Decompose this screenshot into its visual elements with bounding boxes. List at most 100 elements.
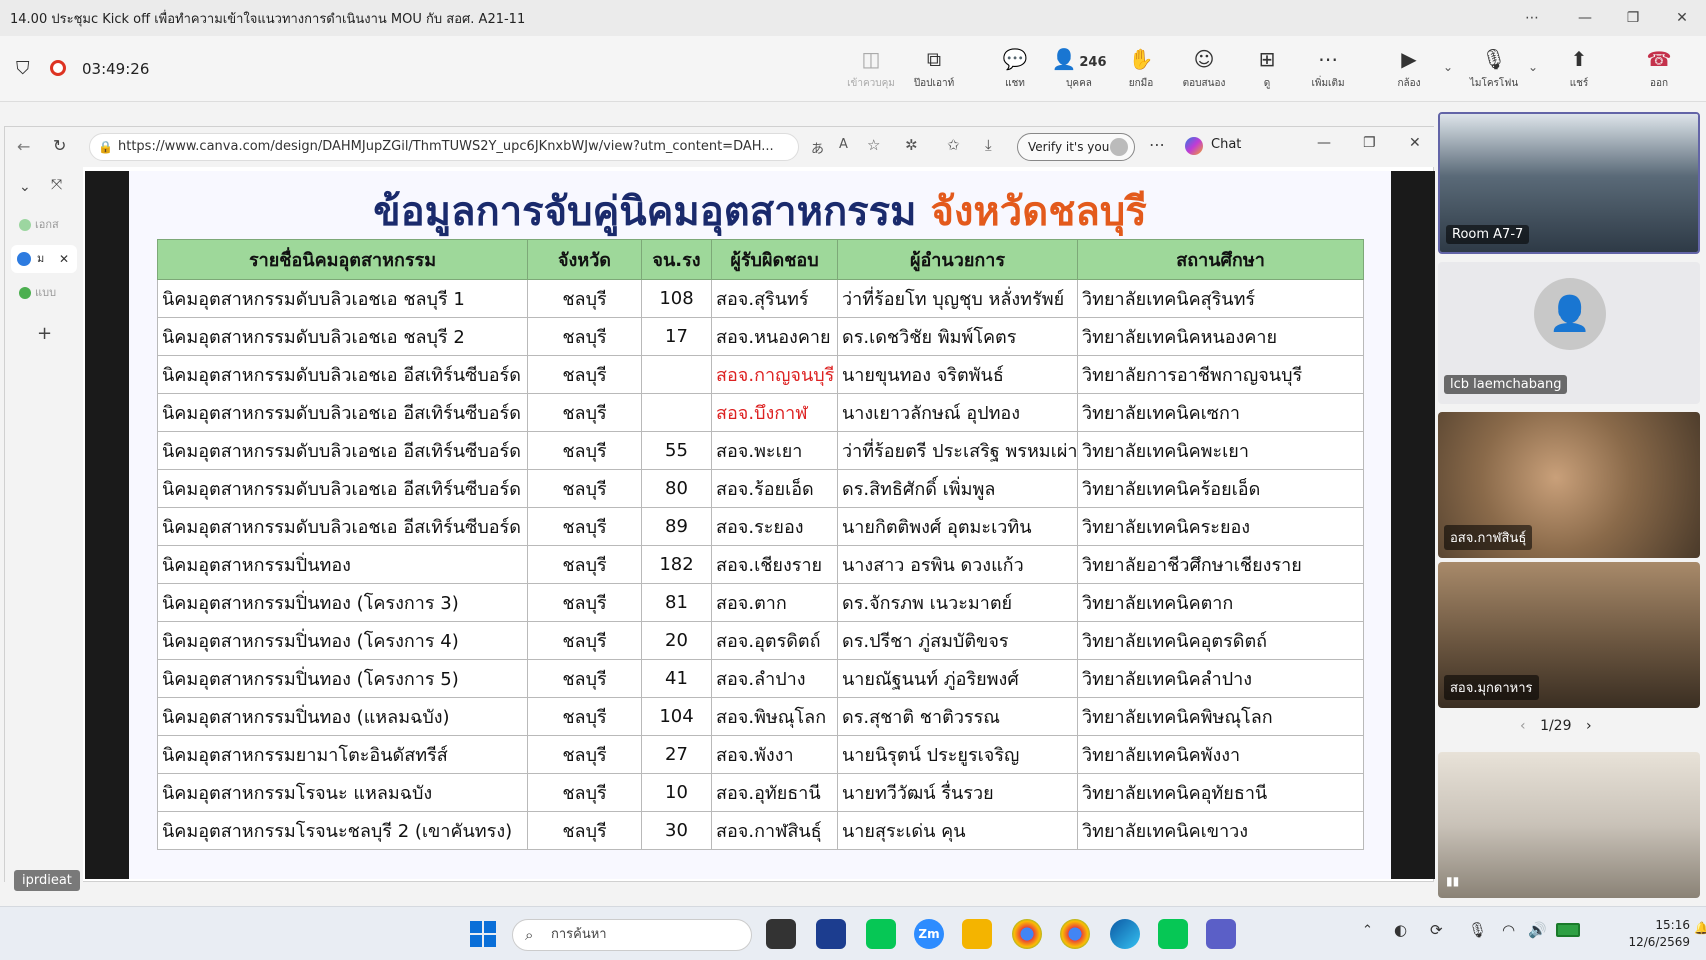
notification-bell-icon[interactable]: 🔔 xyxy=(1694,921,1706,935)
cell-director: นางเยาวลักษณ์ อุปทอง xyxy=(837,393,1078,432)
table-row: นิคมอุตสาหกรรมโรจนะชลบุรี 2 (เขาคันทรง) ช… xyxy=(157,811,1364,850)
leave-button[interactable]: ☎ ออก xyxy=(1628,46,1690,91)
extensions-icon[interactable]: ✲ xyxy=(905,136,918,154)
collapse-chevron-icon[interactable]: ⌄ xyxy=(19,179,31,195)
verify-identity-button[interactable]: Verify it's you xyxy=(1017,133,1135,161)
search-icon: ⌕ xyxy=(525,926,534,944)
copilot-chat-button[interactable]: Chat xyxy=(1211,137,1241,152)
wifi-icon[interactable]: ◠ xyxy=(1502,921,1515,939)
microphone-button[interactable]: 🎙 ไมโครโฟน xyxy=(1463,46,1525,91)
browser-menu-icon[interactable]: ⋯ xyxy=(1149,135,1165,154)
slide-content: ข้อมูลการจับคู่นิคมอุตสาหกรรม จังหวัดชลบ… xyxy=(129,171,1391,879)
chrome-icon[interactable] xyxy=(1012,919,1042,949)
maximize-button[interactable]: ❐ xyxy=(1613,6,1653,30)
cell-director: นายนิรุตน์ ประยูรเจริญ xyxy=(837,735,1078,774)
hand-icon: ✋ xyxy=(1128,47,1154,71)
volume-icon[interactable]: 🔊 xyxy=(1528,921,1547,939)
widgets-icon[interactable] xyxy=(816,919,846,949)
chat-button[interactable]: 💬 แชท xyxy=(984,46,1046,91)
minimize-button[interactable]: — xyxy=(1565,6,1605,30)
view-button[interactable]: ⊞ ดู xyxy=(1236,46,1298,91)
unpin-icon[interactable]: ⤧ xyxy=(51,177,62,193)
download-icon[interactable]: ⤓ xyxy=(985,136,992,154)
cell-director: นายขุนทอง จริตพันธ์ xyxy=(837,355,1078,394)
teams-icon[interactable] xyxy=(1206,919,1236,949)
sync-icon[interactable]: ⟳ xyxy=(1430,921,1443,939)
file-explorer-icon[interactable] xyxy=(962,919,992,949)
participant-tile-room[interactable]: Room A7-7 xyxy=(1438,112,1700,254)
mic-options-chevron-icon[interactable]: ⌄ xyxy=(1528,60,1538,74)
taskbar-clock[interactable]: 15:16 12/6/2569 xyxy=(1610,917,1690,951)
tab-item[interactable]: แบบ xyxy=(13,281,75,305)
participant-tile-lcb[interactable]: 👤 lcb laemchabang xyxy=(1438,262,1700,404)
chrome-profile-icon[interactable] xyxy=(1060,919,1090,949)
network-status-icon[interactable]: ◐ xyxy=(1394,921,1407,939)
cell-institution: วิทยาลัยเทคนิคพังงา xyxy=(1077,735,1364,774)
battery-icon[interactable] xyxy=(1556,923,1580,937)
react-button[interactable]: ☺ ตอบสนอง xyxy=(1173,46,1235,91)
camera-options-chevron-icon[interactable]: ⌄ xyxy=(1443,60,1453,74)
close-tab-icon[interactable]: ✕ xyxy=(59,245,69,273)
zoom-app-icon[interactable]: Zm xyxy=(914,919,944,949)
cell-director: ดร.ปรีชา ภู่สมบัติขจร xyxy=(837,621,1078,660)
mic-muted-tray-icon[interactable]: 🎙 xyxy=(1468,921,1487,939)
new-tab-plus-icon[interactable]: + xyxy=(37,323,52,344)
tab-item-active[interactable]: ม ✕ xyxy=(11,245,77,273)
favorite-star-icon[interactable]: ☆ xyxy=(867,136,880,154)
cell-responsible: สอจ.เชียงราย xyxy=(711,545,838,584)
tab-favicon-icon xyxy=(19,287,31,299)
cell-estate: นิคมอุตสาหกรรมยามาโตะอินดัสทรีส์ xyxy=(157,735,528,774)
grid-icon: ⊞ xyxy=(1258,47,1276,71)
show-hidden-icons-chevron[interactable]: ⌃ xyxy=(1362,923,1373,938)
taskbar-search[interactable]: ⌕ การค้นหา xyxy=(512,919,752,951)
col-header-institution: สถานศึกษา xyxy=(1077,239,1364,280)
cell-factories: 81 xyxy=(641,583,712,622)
participant-panel: Room A7-7 👤 lcb laemchabang อสจ.กาฬสินธุ… xyxy=(1438,110,1706,910)
cell-estate: นิคมอุตสาหกรรมปิ่นทอง (โครงการ 4) xyxy=(157,621,528,660)
close-window-button[interactable]: ✕ xyxy=(1662,6,1702,30)
address-bar[interactable]: 🔒 https://www.canva.com/design/DAHMJupZG… xyxy=(89,133,799,161)
browser-close-button[interactable]: ✕ xyxy=(1409,135,1421,151)
take-control-button[interactable]: ◫ เข้าควบคุม xyxy=(840,46,902,91)
popout-button[interactable]: ⧉ ป๊อปเอาท์ xyxy=(903,46,965,91)
video-feed xyxy=(1438,752,1700,898)
back-arrow-icon[interactable]: ← xyxy=(17,137,30,156)
shield-icon: ⛉ xyxy=(16,58,30,79)
people-icon: 👤 xyxy=(1051,47,1077,71)
windows-start-icon[interactable] xyxy=(470,921,496,947)
tab-item[interactable]: เอกส xyxy=(13,213,75,237)
reload-icon[interactable]: ↻ xyxy=(53,136,66,155)
people-button[interactable]: 👤 246 บุคคล xyxy=(1048,46,1110,91)
browser-minimize-button[interactable]: — xyxy=(1317,135,1331,151)
participant-tile-college[interactable]: ▮▮ xyxy=(1438,752,1700,898)
translate-icon[interactable]: あ xyxy=(811,138,824,157)
next-page-icon[interactable]: › xyxy=(1586,718,1592,734)
prev-page-icon[interactable]: ‹ xyxy=(1520,718,1526,734)
cell-director: ว่าที่ร้อยโท บุญชุบ หลั่งทรัพย์ xyxy=(837,279,1078,318)
camera-button[interactable]: ▶ กล้อง xyxy=(1378,46,1440,91)
cell-director: นายกิตติพงศ์ อุตมะเวทิน xyxy=(837,507,1078,546)
table-body: นิคมอุตสาหกรรมดับบลิวเอชเอ ชลบุรี 1 ชลบุร… xyxy=(157,279,1364,850)
line-app-icon[interactable] xyxy=(866,919,896,949)
more-button[interactable]: ⋯ เพิ่มเติม xyxy=(1297,46,1359,91)
avatar-placeholder-icon: 👤 xyxy=(1534,278,1606,350)
task-view-icon[interactable] xyxy=(766,919,796,949)
share-button[interactable]: ⬆ แชร์ xyxy=(1548,46,1610,91)
participant-tile-kalasin[interactable]: อสจ.กาฬสินธุ์ xyxy=(1438,412,1700,558)
read-aloud-icon[interactable]: A xyxy=(839,137,848,152)
browser-maximize-button[interactable]: ❐ xyxy=(1363,135,1376,151)
more-options-icon[interactable]: ⋯ xyxy=(1512,6,1552,30)
line-app-icon-2[interactable] xyxy=(1158,919,1188,949)
hangup-icon: ☎ xyxy=(1646,47,1672,71)
cell-institution: วิทยาลัยเทคนิคสุรินทร์ xyxy=(1077,279,1364,318)
cell-responsible: สอจ.กาฬสินธุ์ xyxy=(711,811,838,850)
cell-institution: วิทยาลัยเทคนิคพะเยา xyxy=(1077,431,1364,470)
favorites-icon[interactable]: ✩ xyxy=(947,136,960,154)
cell-province: ชลบุรี xyxy=(527,697,642,736)
raise-hand-button[interactable]: ✋ ยกมือ xyxy=(1110,46,1172,91)
participant-tile-mukdahan[interactable]: สอจ.มุกดาหาร xyxy=(1438,562,1700,708)
profile-avatar-icon xyxy=(1110,138,1128,156)
edge-icon[interactable] xyxy=(1110,919,1140,949)
col-header-director: ผู้อำนวยการ xyxy=(837,239,1078,280)
cell-institution: วิทยาลัยเทคนิคลำปาง xyxy=(1077,659,1364,698)
